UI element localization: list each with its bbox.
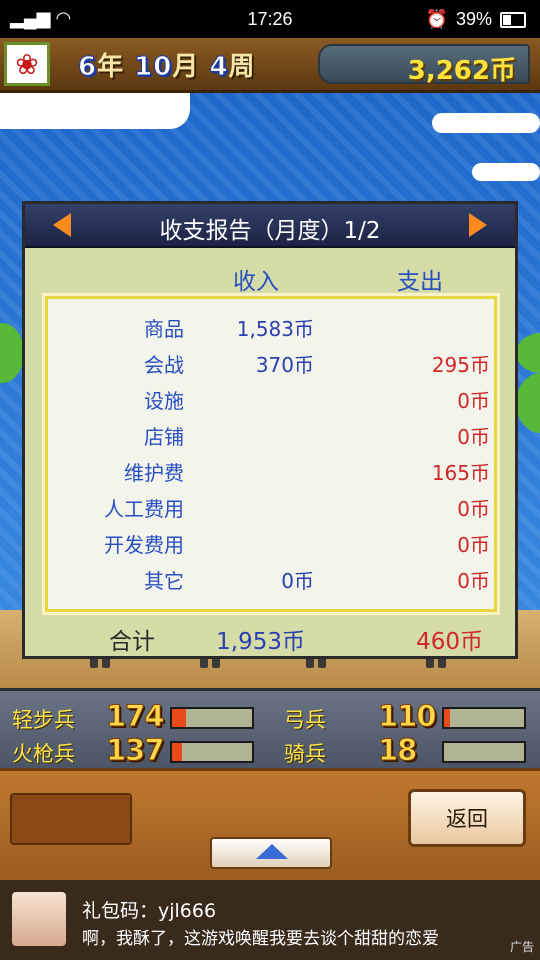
ad-avatar bbox=[12, 892, 66, 946]
expense-column-header: 支出 bbox=[397, 269, 443, 295]
income-column-header: 收入 bbox=[233, 269, 279, 295]
troop-name: 轻步兵 bbox=[12, 708, 75, 732]
report-row-label: 人工费用 bbox=[104, 497, 184, 521]
month-value: 10 bbox=[134, 52, 173, 83]
cloud bbox=[0, 93, 190, 129]
grass-island bbox=[516, 373, 540, 433]
year-value: 6 bbox=[77, 52, 98, 83]
troop-count: 18 bbox=[377, 733, 417, 768]
report-row-label: 店铺 bbox=[144, 425, 184, 449]
report-row-expense: 0币 bbox=[457, 569, 490, 593]
battery-icon bbox=[500, 11, 526, 28]
troop-gauge bbox=[170, 741, 254, 763]
troop-count: 174 bbox=[106, 699, 166, 734]
report-row-label: 设施 bbox=[144, 389, 184, 413]
troop-name: 骑兵 bbox=[284, 742, 326, 766]
report-row-expense: 0币 bbox=[457, 497, 490, 521]
troops-panel: 轻步兵 174 弓兵 110 火枪兵 137 骑兵 18 bbox=[0, 688, 540, 771]
troop-archer: 弓兵 110 bbox=[284, 699, 534, 734]
ad-text: 啊，我酥了，这游戏唤醒我要去谈个甜甜的恋爱 bbox=[82, 929, 439, 949]
ad-title: 礼包码：yjl666 bbox=[82, 900, 217, 922]
report-row-income: 1,583币 bbox=[236, 317, 314, 341]
expand-up-button[interactable] bbox=[210, 837, 332, 869]
coin-amount: 3,262币 bbox=[407, 56, 516, 86]
report-table: 商品 1,583币 会战 370币 295币 设施 0币 店铺 0币 维护费 165币 人工费用 0币开… bbox=[42, 293, 500, 615]
week-unit: 周 bbox=[228, 52, 256, 82]
battery-percent: 39% bbox=[455, 9, 492, 29]
cloud bbox=[472, 163, 540, 181]
income-report-dialog: 收支报告（月度）1/2 收入 支出 商品 1,583币会战 370币 295币设施 0币… bbox=[22, 201, 518, 659]
up-arrow-icon bbox=[256, 844, 288, 859]
report-row-expense: 165币 bbox=[431, 461, 490, 485]
month-unit: 月 bbox=[172, 52, 200, 82]
coin-display: 3,262币 bbox=[318, 44, 530, 86]
ad-banner[interactable]: 礼包码：yjl666 啊，我酥了，这游戏唤醒我要去谈个甜甜的恋爱 广告 bbox=[0, 880, 540, 960]
dialog-header: 收支报告（月度）1/2 bbox=[25, 204, 515, 248]
next-page-arrow-icon[interactable] bbox=[469, 213, 487, 237]
ad-tag: 广告 bbox=[509, 940, 534, 954]
report-row-label: 商品 bbox=[144, 317, 184, 341]
report-row-label: 其它 bbox=[144, 569, 184, 593]
troop-gauge bbox=[442, 707, 526, 729]
bottom-panel: 返回 bbox=[0, 768, 540, 883]
grass-island bbox=[516, 333, 540, 373]
report-row-income: 370币 bbox=[255, 353, 314, 377]
status-bar: ▂▄▆ ◠ 17:26 ⏰ 39% bbox=[0, 0, 540, 38]
dialog-title: 收支报告（月度）1/2 bbox=[159, 218, 381, 244]
year-unit: 年 bbox=[97, 52, 125, 82]
report-row-income: 0币 bbox=[281, 569, 314, 593]
total-expense: 460币 bbox=[416, 629, 483, 655]
troop-musketeer: 火枪兵 137 bbox=[12, 733, 262, 768]
report-row-expense: 0币 bbox=[457, 425, 490, 449]
empty-slot bbox=[10, 793, 132, 845]
kingdom-emblem-icon[interactable]: ❀ bbox=[4, 42, 50, 86]
report-row-label: 会战 bbox=[144, 353, 184, 377]
report-row: 商品 1,583币 bbox=[48, 307, 494, 343]
game-top-bar: ❀ 6年 10月 4周 3,262币 bbox=[0, 38, 540, 93]
troop-gauge bbox=[170, 707, 254, 729]
report-row-expense: 0币 bbox=[457, 389, 490, 413]
troop-count: 110 bbox=[378, 699, 438, 734]
report-row: 人工费用 0币 bbox=[48, 487, 494, 523]
report-row: 设施 0币 bbox=[48, 379, 494, 415]
report-row: 会战 370币 295币 bbox=[48, 343, 494, 379]
troop-cavalry: 骑兵 18 bbox=[284, 733, 534, 768]
troop-gauge bbox=[442, 741, 526, 763]
total-label: 合计 bbox=[109, 629, 155, 655]
report-row-expense: 0币 bbox=[457, 533, 490, 557]
week-value: 4 bbox=[209, 52, 229, 83]
report-row: 维护费 165币 bbox=[48, 451, 494, 487]
troop-light-infantry: 轻步兵 174 bbox=[12, 699, 262, 734]
total-income: 1,953币 bbox=[216, 629, 305, 655]
cloud bbox=[432, 113, 540, 133]
report-row: 店铺 0币 bbox=[48, 415, 494, 451]
troop-count: 137 bbox=[106, 733, 166, 768]
report-row: 其它 0币 0币 bbox=[48, 559, 494, 595]
report-row: 开发费用 0币 bbox=[48, 523, 494, 559]
game-date: 6年 10月 4周 bbox=[77, 46, 256, 83]
troop-name: 弓兵 bbox=[284, 708, 326, 732]
back-button[interactable]: 返回 bbox=[408, 789, 526, 847]
troop-name: 火枪兵 bbox=[12, 742, 75, 766]
alarm-icon: ⏰ bbox=[425, 9, 448, 29]
grass-island bbox=[0, 323, 24, 383]
report-row-expense: 295币 bbox=[431, 353, 490, 377]
report-row-label: 开发费用 bbox=[104, 533, 184, 557]
report-row-label: 维护费 bbox=[124, 461, 184, 485]
